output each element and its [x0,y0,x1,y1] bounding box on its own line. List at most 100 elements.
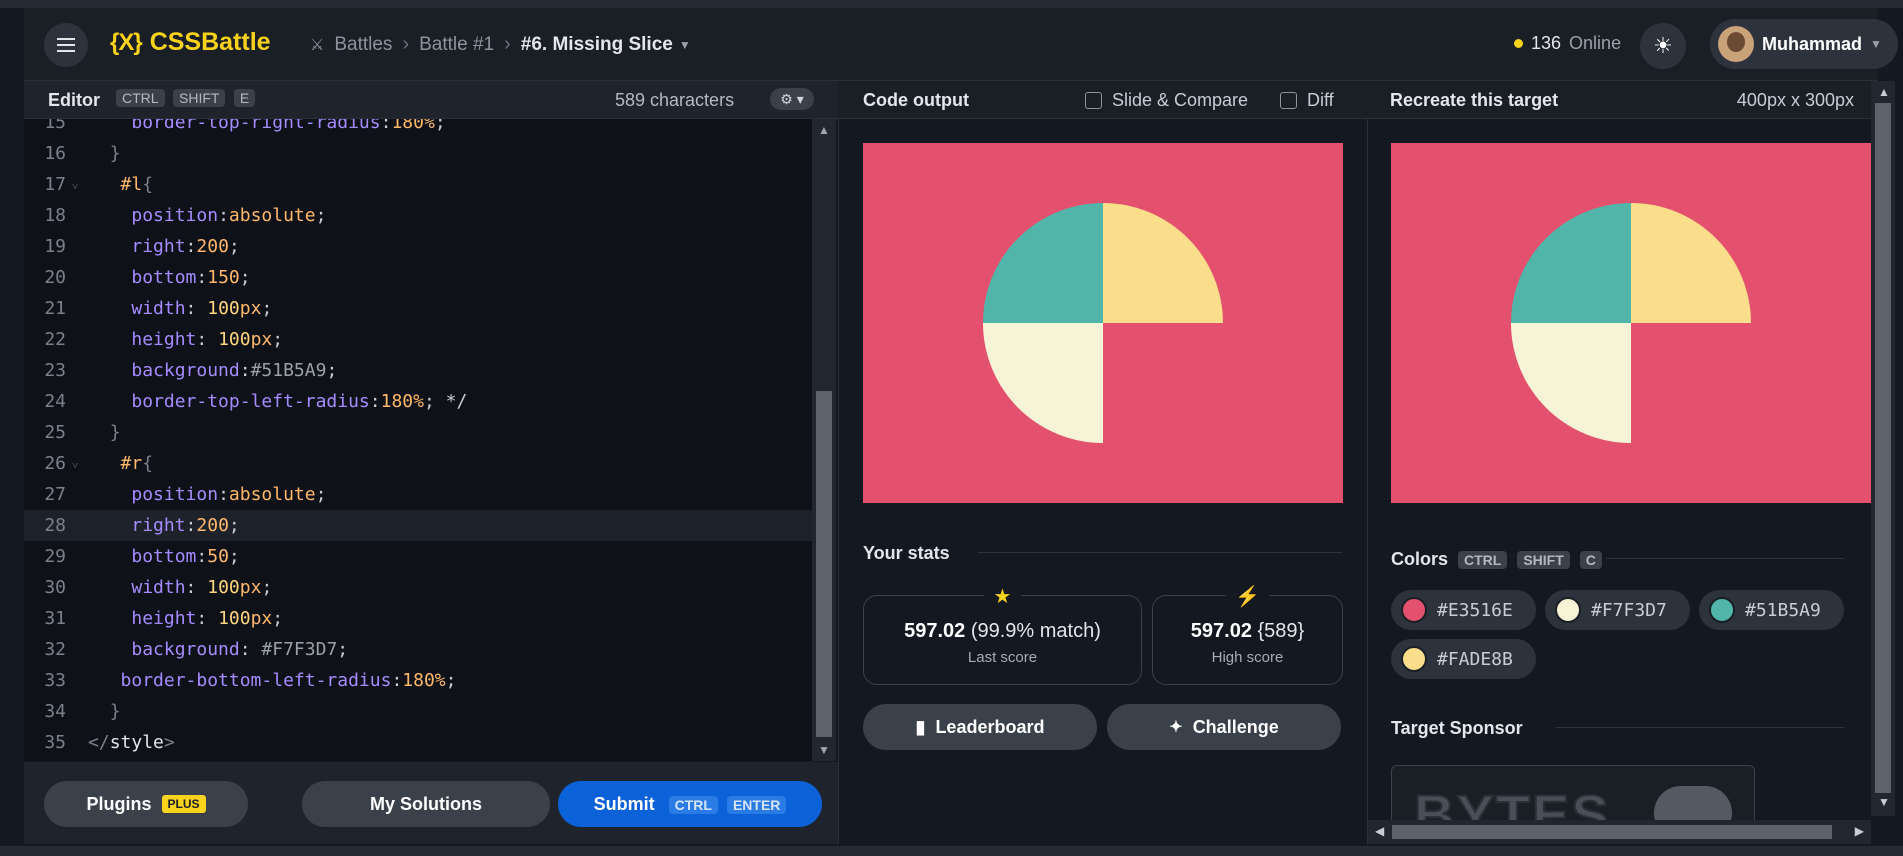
code-line[interactable]: 25 } [24,417,812,448]
scroll-up-icon[interactable]: ▲ [818,123,830,137]
editor-title: Editor [48,90,100,110]
scroll-up-icon[interactable]: ▲ [1878,85,1890,99]
editor-settings-button[interactable]: ⚙ ▾ [770,88,814,110]
code-line[interactable]: 21 width: 100px; [24,293,812,324]
breadcrumb: ⚔ Battles › Battle #1 › #6. Missing Slic… [310,33,691,56]
menu-button[interactable] [44,23,88,67]
code-line[interactable]: 15 border-top-right-radius:180%; [24,119,812,138]
high-score-line: 597.02 {589} [1153,620,1342,643]
cream-quarter [983,323,1103,443]
horizontal-scrollbar-thumb[interactable] [1392,825,1832,839]
scroll-left-icon[interactable]: ◀ [1375,824,1384,838]
avatar [1718,26,1754,62]
code-line[interactable]: 30 width: 100px; [24,572,812,603]
panel-divider[interactable] [1367,81,1368,844]
output-header: Code output Slide & Compare Diff [838,81,1368,119]
kbd-key: SHIFT [173,89,226,107]
target-size: 400px x 300px [1736,90,1854,110]
line-number: 15 [44,119,66,133]
right-scrollbar-thumb[interactable] [1875,103,1891,793]
code-line[interactable]: 24 border-top-left-radius:180%; */ [24,386,812,417]
user-menu[interactable]: Muhammad ▼ [1710,19,1898,69]
editor-shortcut: CTRL SHIFT E [112,89,256,108]
chevron-down-icon[interactable]: ▼ [679,38,691,52]
code-line[interactable]: 29 bottom:50; [24,541,812,572]
code-text: } [109,143,121,164]
code-text: position:absolute; [131,205,327,226]
line-number: 27 [44,484,66,505]
horizontal-scrollbar[interactable]: ◀ ▶ [1368,820,1871,844]
color-swatch[interactable]: #51B5A9 [1699,590,1844,630]
submit-label: Submit [593,793,655,814]
checkbox-box[interactable] [1280,92,1297,109]
code-line[interactable]: 18 position:absolute; [24,200,812,231]
color-dot-icon [1555,597,1581,623]
right-panel-scrollbar[interactable]: ▲ ▼ [1871,81,1895,816]
editor-scrollbar[interactable]: ▲ ▼ [812,119,836,761]
teal-quarter [1511,203,1631,323]
code-line[interactable]: 16 } [24,138,812,169]
target-canvas[interactable] [1391,143,1871,503]
code-output-canvas[interactable] [863,143,1343,503]
color-swatch[interactable]: #E3516E [1391,590,1536,630]
challenge-label: Challenge [1192,716,1279,737]
challenge-button[interactable]: ✦ Challenge [1107,704,1341,750]
code-line[interactable]: 28 right:200; [24,510,812,541]
slide-compare-checkbox[interactable]: Slide & Compare [1085,90,1248,111]
sponsor-title: Target Sponsor [1391,718,1523,738]
color-swatch[interactable]: #FADE8B [1391,639,1536,679]
checkbox-box[interactable] [1085,92,1102,109]
plugins-button[interactable]: Plugins PLUS [44,781,248,827]
chevron-right-icon: › [504,33,511,55]
code-line[interactable]: 26 ˅ #r{ [24,448,812,479]
cssbattle-logo[interactable]: {X} CSSBattle [110,28,271,57]
code-text: bottom:50; [131,546,240,567]
panel-divider[interactable] [838,81,839,844]
breadcrumb-battles[interactable]: Battles [334,34,392,56]
code-line[interactable]: 17 ˅ #l{ [24,169,812,200]
color-dot-icon [1401,597,1427,623]
fold-chevron-icon[interactable]: ˅ [72,450,78,481]
output-title: Code output [863,90,969,110]
code-line[interactable]: 20 bottom:150; [24,262,812,293]
code-line[interactable]: 19 right:200; [24,231,812,262]
scroll-right-icon[interactable]: ▶ [1855,824,1864,838]
diff-checkbox[interactable]: Diff [1280,90,1334,111]
submit-button[interactable]: Submit CTRL ENTER [558,781,822,827]
code-editor[interactable]: 15 border-top-right-radius:180%; 16 } 17 ˅ … [24,119,812,761]
code-line[interactable]: 23 background:#51B5A9; [24,355,812,386]
line-number: 28 [44,515,66,536]
breadcrumb-battle-1[interactable]: Battle #1 [419,34,494,56]
color-swatch[interactable]: #F7F3D7 [1545,590,1690,630]
bar-chart-icon: ▮ [915,716,926,737]
code-text: #l{ [120,174,154,195]
scroll-down-icon[interactable]: ▼ [1878,795,1890,809]
code-text: background: #F7F3D7; [131,639,349,660]
code-text: height: 100px; [131,329,284,350]
code-line[interactable]: 22 height: 100px; [24,324,812,355]
divider [1556,727,1844,728]
theme-toggle-button[interactable]: ☀ [1640,23,1686,69]
kbd-key: CTRL [116,89,165,107]
code-line[interactable]: 32 background: #F7F3D7; [24,634,812,665]
scroll-down-icon[interactable]: ▼ [818,743,830,757]
line-number: 24 [44,391,66,412]
leaderboard-button[interactable]: ▮ Leaderboard [863,704,1097,750]
code-text: } [109,701,121,722]
breadcrumb-current[interactable]: #6. Missing Slice [521,34,673,56]
sponsor-banner[interactable]: BYTES [1391,765,1755,827]
slide-compare-label: Slide & Compare [1112,90,1249,110]
kbd-key: C [1579,550,1602,569]
color-hex: #E3516E [1437,599,1513,621]
my-solutions-button[interactable]: My Solutions [302,781,550,827]
chevron-down-icon: ▼ [1870,37,1882,51]
code-line[interactable]: 27 position:absolute; [24,479,812,510]
code-line[interactable]: 34 } [24,696,812,727]
editor-scrollbar-thumb[interactable] [816,391,832,737]
teal-quarter [983,203,1103,323]
fold-chevron-icon[interactable]: ˅ [72,171,78,202]
code-line[interactable]: 33 border-bottom-left-radius:180%; [24,665,812,696]
code-line[interactable]: 31 height: 100px; [24,603,812,634]
divider [1606,558,1844,559]
code-line[interactable]: 35 </style> [24,727,812,758]
